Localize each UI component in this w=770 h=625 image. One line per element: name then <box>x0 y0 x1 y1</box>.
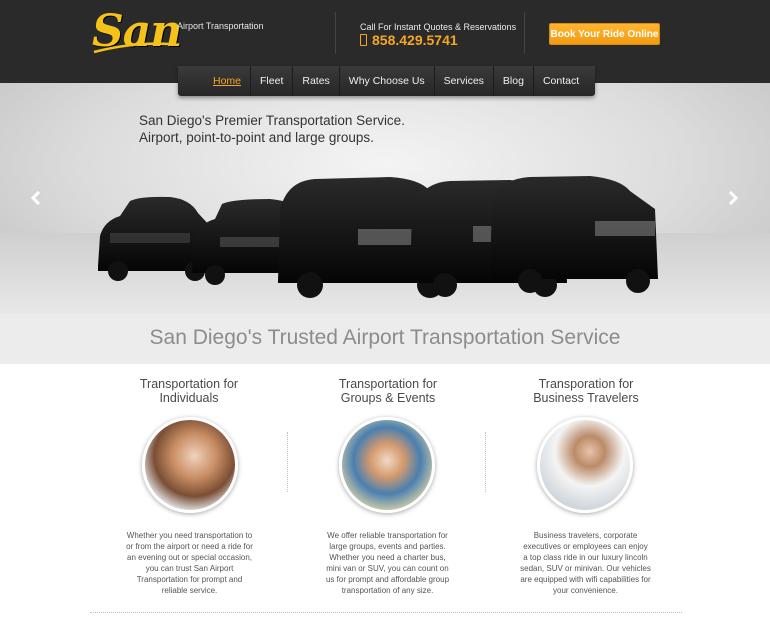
call-label: Call For Instant Quotes & Reservations <box>360 22 517 32</box>
book-ride-button[interactable]: Book Your Ride Online <box>549 23 660 45</box>
header-divider <box>524 12 525 54</box>
chevron-left-icon[interactable] <box>30 191 42 205</box>
column-title-line1: Transportation for <box>139 377 239 391</box>
main-nav: Home Fleet Rates Why Choose Us Services … <box>178 66 595 96</box>
column-title-line2: Individuals <box>159 391 219 405</box>
column-text-individuals: Whether you need transportation to or fr… <box>126 531 253 595</box>
nav-fleet[interactable]: Fleet <box>251 66 294 96</box>
column-title-groups: Transportation for Groups & Events <box>288 377 488 405</box>
column-title-line2: Groups & Events <box>340 391 436 405</box>
column-title-individuals: Transportation for Individuals <box>89 377 289 405</box>
nav-rates[interactable]: Rates <box>293 66 340 96</box>
header-divider <box>335 12 336 54</box>
column-title-business: Transporation for Business Travelers <box>486 377 686 405</box>
phone-number[interactable]: 858.429.5741 <box>372 32 458 48</box>
column-title-line1: Transportation for <box>338 377 438 391</box>
column-divider <box>485 432 486 492</box>
logo-swoosh-icon <box>93 42 171 54</box>
tagline: Airport Transportation <box>177 21 264 31</box>
column-title-line2: Business Travelers <box>533 391 639 405</box>
column-text-business: Business travelers, corporate executives… <box>520 531 651 595</box>
phone-icon <box>360 34 367 46</box>
nav-why-choose-us[interactable]: Why Choose Us <box>340 66 435 96</box>
chevron-right-icon[interactable] <box>727 191 739 205</box>
business-traveler-photo <box>537 417 633 513</box>
nav-services[interactable]: Services <box>435 66 494 96</box>
nav-home[interactable]: Home <box>204 66 252 96</box>
hero-slider: San Diego's Premier Transportation Servi… <box>0 83 770 314</box>
hero-subheadline: Airport, point-to-point and large groups… <box>139 130 374 145</box>
individual-traveler-photo <box>142 417 238 513</box>
column-title-line1: Transporation for <box>538 377 634 391</box>
nav-contact[interactable]: Contact <box>534 66 588 96</box>
hero-headline: San Diego's Premier Transportation Servi… <box>139 113 405 128</box>
column-divider <box>287 432 288 492</box>
group-travelers-photo <box>339 417 435 513</box>
footer-divider <box>90 612 682 613</box>
section-title: San Diego's Trusted Airport Transportati… <box>149 326 621 349</box>
column-text-groups: We offer reliable transportation for lar… <box>325 531 450 595</box>
fleet-vehicles-image <box>98 176 658 298</box>
nav-blog[interactable]: Blog <box>494 66 534 96</box>
